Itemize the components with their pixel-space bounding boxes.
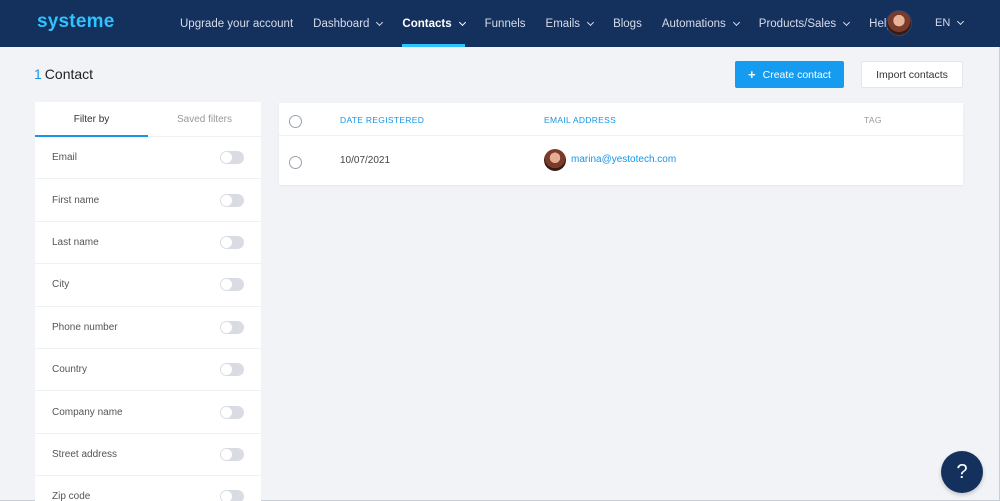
contact-count: 1 — [34, 66, 42, 82]
chevron-down-icon — [957, 17, 965, 26]
nav-upgrade-account[interactable]: Upgrade your account — [180, 0, 293, 47]
page-title: 1 Contact — [34, 66, 93, 82]
filter-label: Zip code — [52, 491, 91, 501]
filter-toggle[interactable] — [220, 320, 244, 334]
contacts-table: DATE REGISTERED EMAIL ADDRESS TAG 10/07/… — [279, 103, 963, 185]
filter-toggle[interactable] — [220, 193, 244, 207]
nav-label: Contacts — [402, 17, 452, 30]
filter-row-phone-number: Phone number — [35, 307, 261, 349]
nav-automations[interactable]: Automations — [661, 0, 740, 47]
chevron-down-icon — [732, 18, 740, 26]
filter-row-city: City — [35, 264, 261, 307]
filter-label: Last name — [52, 236, 99, 248]
table-row[interactable]: 10/07/2021 marina@yestotech.com — [279, 136, 963, 184]
filter-toggle[interactable] — [220, 278, 244, 292]
contact-email-link[interactable]: marina@yestotech.com — [571, 154, 676, 165]
filter-toggle[interactable] — [220, 151, 244, 165]
nav-contacts[interactable]: Contacts — [402, 0, 466, 47]
nav-emails[interactable]: Emails — [545, 0, 595, 47]
nav-label: Dashboard — [313, 17, 370, 30]
tab-filter-by[interactable]: Filter by — [35, 102, 148, 137]
nav-label: Products/Sales — [758, 17, 837, 30]
tab-saved-filters[interactable]: Saved filters — [148, 102, 261, 136]
nav-dashboard[interactable]: Dashboard — [313, 0, 384, 47]
nav-funnels[interactable]: Funnels — [485, 0, 526, 47]
chevron-down-icon — [376, 18, 384, 26]
chevron-down-icon — [587, 18, 595, 26]
filter-toggle[interactable] — [220, 235, 244, 249]
filter-toggle[interactable] — [220, 490, 244, 501]
filter-row-company-name: Company name — [35, 391, 261, 434]
date-registered: 10/07/2021 — [340, 155, 391, 166]
filter-row-country: Country — [35, 349, 261, 392]
chevron-down-icon — [843, 18, 851, 26]
filter-row-first-name: First name — [35, 179, 261, 222]
create-contact-button[interactable]: + Create contact — [735, 61, 844, 88]
filter-label: City — [52, 279, 70, 291]
row-select-radio[interactable] — [289, 156, 302, 169]
language-label: EN — [935, 17, 951, 29]
main-nav: Upgrade your account Dashboard Contacts … — [180, 0, 913, 47]
filter-label: Phone number — [52, 321, 118, 333]
filter-row-last-name: Last name — [35, 222, 261, 265]
filter-label: Email — [52, 152, 78, 164]
filter-tabs: Filter by Saved filters — [35, 102, 261, 137]
nav-blogs[interactable]: Blogs — [613, 0, 642, 47]
plus-icon: + — [748, 67, 756, 82]
table-header: DATE REGISTERED EMAIL ADDRESS TAG — [279, 103, 963, 136]
select-all-radio[interactable] — [289, 115, 302, 128]
language-selector[interactable]: EN — [935, 17, 965, 29]
top-navbar: systeme Upgrade your account Dashboard C… — [0, 0, 1000, 47]
nav-label: Emails — [545, 17, 581, 30]
user-avatar[interactable] — [886, 10, 912, 36]
filter-toggle[interactable] — [220, 405, 244, 419]
filter-label: Company name — [52, 406, 123, 418]
import-contacts-button[interactable]: Import contacts — [861, 61, 963, 88]
filter-panel: Filter by Saved filters Email First name… — [35, 102, 261, 501]
nav-label: Funnels — [484, 17, 526, 30]
create-contact-label: Create contact — [762, 68, 831, 81]
question-mark-icon: ? — [956, 460, 968, 483]
chevron-down-icon — [458, 18, 466, 26]
filter-label: First name — [52, 194, 100, 206]
nav-label: Upgrade your account — [180, 17, 294, 30]
filter-label: Country — [52, 364, 88, 376]
column-email-address[interactable]: EMAIL ADDRESS — [544, 115, 616, 125]
filter-row-email: Email — [35, 137, 261, 180]
nav-label: Blogs — [613, 17, 642, 30]
contact-avatar — [544, 149, 566, 171]
filter-row-street-address: Street address — [35, 434, 261, 477]
column-tag: TAG — [864, 115, 882, 125]
filter-label: Street address — [52, 448, 118, 460]
nav-label: Automations — [661, 17, 726, 30]
systeme-logo[interactable]: systeme — [37, 11, 114, 33]
filter-toggle[interactable] — [220, 363, 244, 377]
help-chat-button[interactable]: ? — [941, 451, 983, 493]
nav-products-sales[interactable]: Products/Sales — [758, 0, 851, 47]
column-date-registered[interactable]: DATE REGISTERED — [340, 115, 424, 125]
filter-toggle[interactable] — [220, 447, 244, 461]
filter-row-zip-code: Zip code — [35, 476, 261, 501]
page-title-label: Contact — [44, 66, 94, 82]
